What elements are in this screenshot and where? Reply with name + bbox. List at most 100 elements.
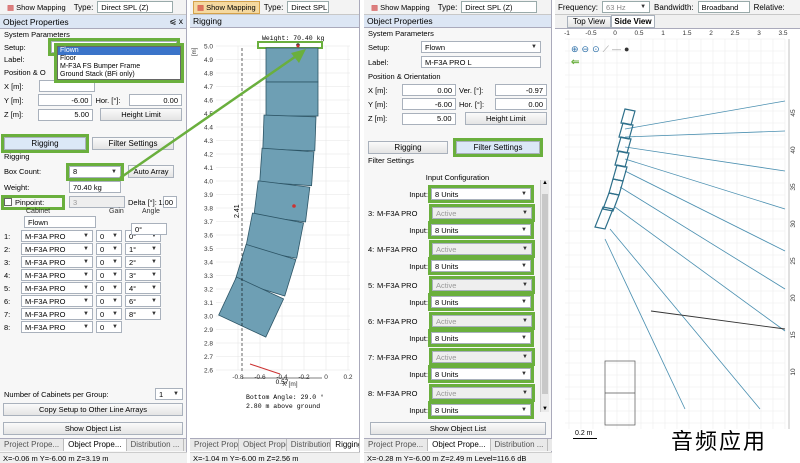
tab-distribution[interactable]: Distribution ... [287, 439, 332, 451]
angle-select[interactable]: 2° ▼ [125, 256, 161, 268]
pin-close-icons[interactable]: ⩿ x [169, 16, 183, 27]
back-arrow-icon[interactable]: ⇐ [571, 57, 579, 68]
z-field[interactable]: 5.00 [401, 112, 456, 125]
scroll-down-icon[interactable]: ▼ [541, 406, 549, 412]
gain-select[interactable]: 0 ▼ [96, 321, 122, 333]
tab-filter-settings[interactable]: Filter Settings [453, 138, 543, 157]
rigging-drawing[interactable]: 5.0 4.9 4.8 4.7 4.6 4.5 4.4 4.3 4.2 4.1 4.0 3.9 3.8 3… [190, 28, 360, 438]
tab-top-view[interactable]: Top View [567, 15, 611, 28]
y-field[interactable]: -6.00 [37, 94, 93, 106]
tab-filter-settings[interactable]: Filter Settings [92, 137, 174, 150]
show-object-list-button[interactable]: Show Object List [3, 422, 183, 435]
tab-rigging[interactable]: Rigging [368, 141, 448, 154]
type-select[interactable]: Direct SPL (Z) [97, 1, 174, 13]
height-limit-button[interactable]: Height Limit [464, 112, 548, 125]
setup-option[interactable]: Floor [58, 55, 180, 63]
group-state-select[interactable]: Active ▼ [429, 240, 535, 258]
delta-field[interactable]: 1.00 [158, 196, 177, 208]
tab-distribution[interactable]: Distribution ... [127, 439, 185, 451]
gain-select[interactable]: 0 ▼ [96, 282, 122, 294]
show-mapping-button[interactable]: ▦ Show Mapping [367, 1, 434, 14]
zoom-in-icon[interactable]: ⊕ [571, 44, 579, 55]
group-state-select[interactable]: Active ▼ [429, 204, 535, 222]
input-select[interactable]: 8 Units ▼ [428, 293, 534, 311]
bandwidth-select[interactable]: Broadband [697, 1, 750, 13]
input-select[interactable]: 8 Units ▼ [428, 257, 534, 275]
tab-object-properties[interactable]: Object Prope... [64, 439, 127, 451]
input-select[interactable]: 8 Units ▼ [428, 221, 534, 239]
angle-select[interactable]: 4° ▼ [125, 282, 161, 294]
setup-option[interactable]: Ground Stack (BFi only) [58, 71, 180, 79]
x-field[interactable] [39, 80, 95, 92]
angle-select[interactable]: 3° ▼ [125, 269, 161, 281]
first-angle-field[interactable]: 0° [131, 223, 167, 235]
hor-field[interactable]: 0.00 [494, 98, 547, 110]
show-object-list-button[interactable]: Show Object List [370, 422, 546, 435]
scroll-thumb[interactable] [542, 194, 548, 394]
z-field[interactable]: 5.00 [38, 108, 94, 121]
y-field[interactable]: -6.00 [401, 98, 456, 110]
cabinet-select[interactable]: M-F3A PRO ▼ [21, 256, 93, 268]
tab-project-properties[interactable]: Project Prope... [0, 439, 65, 451]
tab-rigging[interactable]: Rigging [1, 134, 89, 153]
angle-select[interactable]: 1° ▼ [125, 243, 161, 255]
cabinet-select[interactable]: M-F3A PRO ▼ [21, 243, 93, 255]
gain-select[interactable]: 0 ▼ [96, 269, 122, 281]
zoom-fit-icon[interactable]: ⊙ [592, 44, 600, 55]
tab-project-properties[interactable]: Project Prope... [364, 439, 429, 451]
measure-icon[interactable]: ⟋ [603, 44, 609, 55]
pinpoint-checkbox-group[interactable]: Pinpoint: [1, 194, 65, 210]
tab-object-properties[interactable]: Object Prope... [428, 439, 491, 451]
show-mapping-button[interactable]: ▦ Show Mapping [193, 0, 260, 14]
angle-select[interactable]: 8° ▼ [125, 308, 161, 320]
tab-object-properties[interactable]: Object Prope... [239, 439, 287, 451]
input-select[interactable]: 8 Units ▼ [428, 185, 534, 203]
cabinet-select[interactable]: M-F3A PRO ▼ [21, 295, 93, 307]
cabinet-select[interactable]: M-F3A PRO ▼ [21, 269, 93, 281]
cabinet-select[interactable]: M-F3A PRO ▼ [21, 282, 93, 294]
pinpoint-checkbox[interactable] [4, 198, 12, 206]
cabinet-select[interactable]: M-F3A PRO ▼ [21, 230, 93, 242]
gain-select[interactable]: 0 ▼ [96, 243, 122, 255]
copy-setup-button[interactable]: Copy Setup to Other Line Arrays [3, 403, 183, 416]
cabinet-select[interactable]: M-F3A PRO ▼ [21, 308, 93, 320]
scrollbar[interactable]: ▲ ▼ [540, 180, 549, 412]
ver-field[interactable]: -0.97 [494, 84, 547, 96]
x-field[interactable]: 0.00 [401, 84, 456, 96]
box-count-select[interactable]: 8 ▼ [66, 162, 124, 181]
marker-icon[interactable]: ● [624, 44, 629, 55]
group-state-select[interactable]: Active ▼ [429, 348, 535, 366]
type-select[interactable]: Direct SPL (Z) [287, 1, 330, 13]
tab-distribution[interactable]: Distribution ... [491, 439, 549, 451]
gain-select[interactable]: 0 ▼ [96, 295, 122, 307]
group-state-select[interactable]: Active ▼ [429, 276, 535, 294]
group-state-select[interactable]: Active ▼ [429, 384, 535, 402]
cabinets-per-group-select[interactable]: 1 ▼ [155, 388, 183, 400]
setup-dropdown-list[interactable]: Flown Floor M-F3A FS Bumper Frame Ground… [54, 43, 184, 83]
height-limit-button[interactable]: Height Limit [100, 108, 182, 121]
tab-side-view[interactable]: Side View [611, 15, 655, 28]
cabinet-select[interactable]: M-F3A PRO ▼ [21, 321, 93, 333]
frequency-select[interactable]: 63 Hz ▼ [602, 1, 651, 13]
input-select[interactable]: 8 Units ▼ [428, 365, 534, 383]
zoom-out-icon[interactable]: ⊖ [582, 44, 590, 55]
tab-project-properties[interactable]: Project Prope... [190, 439, 240, 451]
setup-select[interactable]: Flown▼ [421, 41, 541, 53]
auto-array-button[interactable]: Auto Array [128, 165, 174, 178]
type-select[interactable]: Direct SPL (Z) [461, 1, 538, 13]
gain-select[interactable]: 0 ▼ [96, 256, 122, 268]
gain-select[interactable]: 0 ▼ [96, 308, 122, 320]
input-select[interactable]: 8 Units ▼ [428, 329, 534, 347]
pinpoint-field[interactable]: 3 [69, 196, 125, 208]
scroll-up-icon[interactable]: ▲ [541, 180, 549, 186]
show-mapping-button[interactable]: ▦ Show Mapping [3, 1, 70, 14]
setup-option[interactable]: Flown [58, 47, 180, 55]
line-icon[interactable]: — [612, 44, 621, 55]
tab-rigging[interactable]: Rigging [331, 439, 360, 451]
side-view-plot[interactable]: -1 -0.5 0 0.5 1 1.5 2 2.5 3 3.5 45 40 35 30 25 20 15 10 [555, 29, 800, 449]
setup-option[interactable]: M-F3A FS Bumper Frame [58, 63, 180, 71]
input-select[interactable]: 8 Units ▼ [428, 401, 534, 419]
gain-select[interactable]: 0 ▼ [96, 230, 122, 242]
group-state-select[interactable]: Active ▼ [429, 312, 535, 330]
angle-select[interactable]: 6° ▼ [125, 295, 161, 307]
